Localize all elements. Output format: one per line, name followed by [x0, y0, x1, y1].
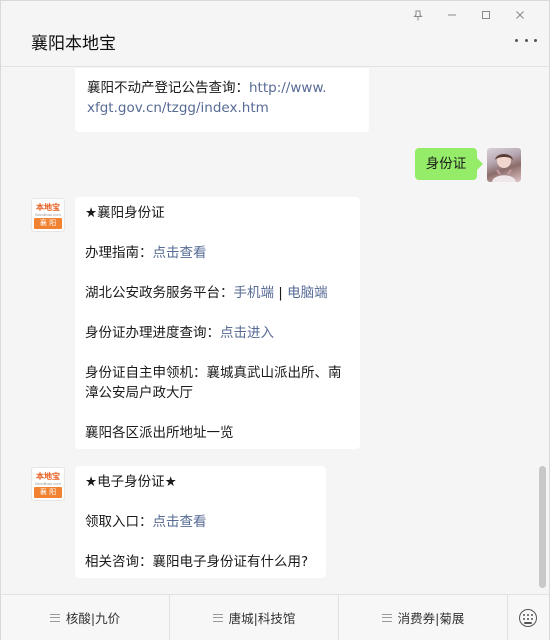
message-bubble-e-id: ★电子身份证★ 领取入口：点击查看 相关咨询：襄阳电子身份证有什么用?	[75, 466, 326, 578]
self-service-line: 身份证自主申领机：襄城真武山派出所、南	[85, 365, 342, 381]
more-options-icon[interactable]	[515, 35, 537, 45]
chat-window: 襄阳本地宝 襄阳不动产登记公告查询：http://www. xfgt.gov.c…	[0, 0, 550, 640]
menu-item-nucleic-hpv[interactable]: 核酸|九价	[1, 595, 170, 640]
user-message-text: 身份证	[425, 156, 467, 172]
property-notice-label: 襄阳不动产登记公告查询：	[87, 80, 249, 96]
menu-list-icon	[212, 613, 223, 622]
pin-icon[interactable]	[401, 7, 435, 23]
bottom-menu: 核酸|九价 唐城|科技馆 消费券|菊展	[1, 594, 549, 640]
menu-item-tangcheng-museum[interactable]: 唐城|科技馆	[170, 595, 339, 640]
bot-city-tag: 襄 阳	[34, 218, 62, 229]
platform-label: 湖北公安政务服务平台：	[85, 285, 234, 301]
bot-brand-sub: Bendibao.com	[35, 212, 61, 217]
platform-pc-link[interactable]: 电脑端	[287, 285, 328, 301]
property-notice-link-cont[interactable]: xfgt.gov.cn/tzgg/index.htm	[87, 98, 357, 118]
menu-item-label: 核酸|九价	[65, 611, 121, 626]
progress-label: 身份证办理进度查询：	[85, 325, 220, 341]
menu-item-voucher-chrysanthemum[interactable]: 消费券|菊展	[339, 595, 508, 640]
menu-list-icon	[381, 613, 392, 622]
scrollbar-thumb[interactable]	[539, 466, 546, 588]
bot-avatar[interactable]: 本地宝 Bendibao.com 襄 阳	[31, 198, 65, 232]
police-stations-link[interactable]: 襄阳各区派出所地址一览	[85, 423, 350, 443]
bot-brand-sub: Bendibao.com	[35, 481, 61, 486]
window-controls	[401, 7, 537, 23]
user-message-bubble: 身份证	[415, 148, 477, 180]
guide-label: 办理指南：	[85, 245, 153, 261]
menu-item-label: 唐城|科技馆	[228, 611, 296, 626]
chat-title: 襄阳本地宝	[31, 34, 116, 54]
maximize-icon[interactable]	[469, 7, 503, 23]
property-notice-link[interactable]: http://www.	[249, 80, 327, 96]
message-bubble-property-notice: 襄阳不动产登记公告查询：http://www. xfgt.gov.cn/tzgg…	[75, 68, 369, 132]
entry-label: 领取入口：	[85, 514, 153, 530]
title-bar: 襄阳本地宝	[1, 1, 549, 67]
minimize-icon[interactable]	[435, 7, 469, 23]
id-card-title: ★襄阳身份证	[85, 205, 165, 221]
close-icon[interactable]	[503, 7, 537, 23]
entry-link[interactable]: 点击查看	[153, 514, 207, 530]
progress-link[interactable]: 点击进入	[220, 325, 274, 341]
e-id-title: ★电子身份证★	[85, 474, 177, 490]
user-bubble-arrow	[477, 158, 483, 170]
menu-list-icon	[49, 613, 60, 622]
keyboard-icon	[519, 608, 537, 627]
bot-avatar[interactable]: 本地宝 Bendibao.com 襄 阳	[31, 467, 65, 501]
platform-mobile-link[interactable]: 手机端	[234, 285, 275, 301]
message-list[interactable]: 襄阳不动产登记公告查询：http://www. xfgt.gov.cn/tzgg…	[1, 68, 549, 594]
message-bubble-id-card: ★襄阳身份证 办理指南：点击查看 湖北公安政务服务平台：手机端 | 电脑端 身份…	[75, 197, 360, 449]
platform-separator: |	[274, 285, 288, 301]
user-avatar[interactable]	[487, 148, 521, 182]
keyboard-toggle-button[interactable]	[508, 595, 548, 640]
consult-line[interactable]: 相关咨询：襄阳电子身份证有什么用?	[85, 552, 316, 572]
self-service-line-cont: 漳公安局户政大厅	[85, 385, 193, 401]
menu-item-label: 消费券|菊展	[397, 611, 465, 626]
guide-link[interactable]: 点击查看	[153, 245, 207, 261]
bot-city-tag: 襄 阳	[34, 487, 62, 498]
